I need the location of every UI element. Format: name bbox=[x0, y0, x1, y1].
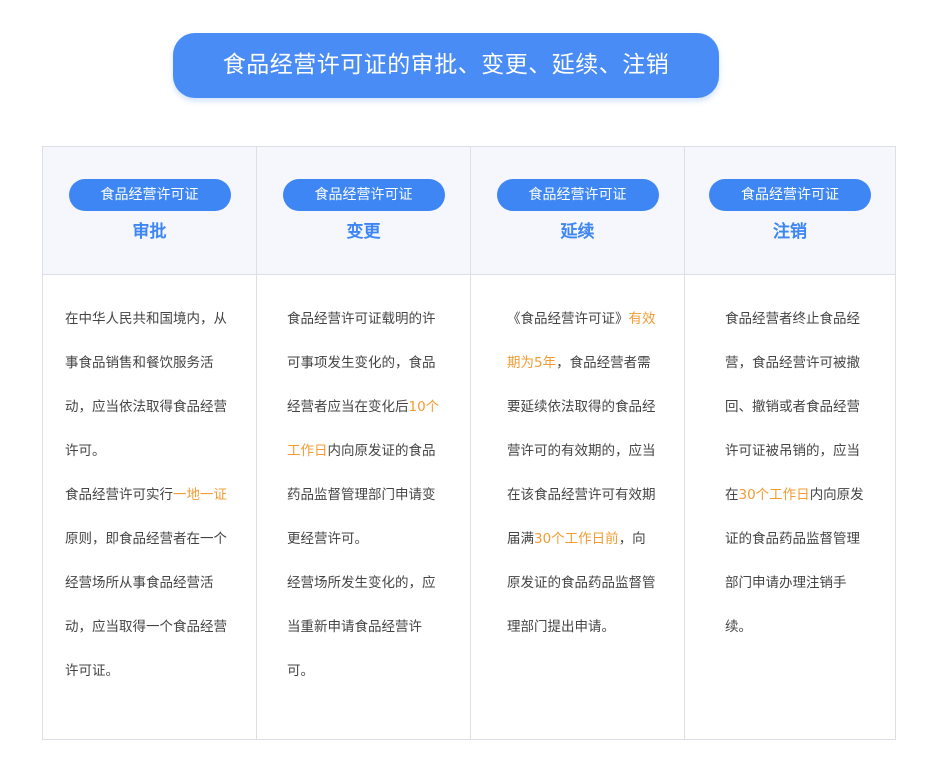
paragraph: 食品经营许可实行一地一证原则，即食品经营者在一个经营场所从事食品经营活动，应当取… bbox=[65, 473, 234, 693]
column-body: 《食品经营许可证》有效期为5年，食品经营者需要延续依法取得的食品经营许可的有效期… bbox=[471, 297, 684, 649]
paragraph: 在中华人民共和国境内，从事食品销售和餐饮服务活动，应当依法取得食品经营许可。 bbox=[65, 311, 227, 459]
column-change: 食品经营许可证 变更 食品经营许可证载明的许可事项发生变化的，食品经营者应当在变… bbox=[257, 147, 471, 739]
column-title: 变更 bbox=[346, 222, 381, 242]
paragraph: 经营场所发生变化的，应当重新申请食品经营许可。 bbox=[287, 575, 436, 679]
text: 原则，即食品经营者在一个经营场所从事食品经营活动，应当取得一个食品经营许可证。 bbox=[65, 531, 227, 679]
license-badge: 食品经营许可证 bbox=[496, 179, 659, 211]
text: 食品经营者终止食品经营，食品经营许可被撤回、撤销或者食品经营许可证被吊销的，应当… bbox=[725, 311, 860, 503]
column-body: 食品经营许可证载明的许可事项发生变化的，食品经营者应当在变化后10个工作日内向原… bbox=[257, 297, 470, 693]
column-header: 食品经营许可证 注销 bbox=[685, 147, 895, 275]
column-title: 延续 bbox=[560, 222, 595, 242]
column-renewal: 食品经营许可证 延续 《食品经营许可证》有效期为5年，食品经营者需要延续依法取得… bbox=[471, 147, 685, 739]
license-badge: 食品经营许可证 bbox=[709, 179, 871, 211]
column-body: 在中华人民共和国境内，从事食品销售和餐饮服务活动，应当依法取得食品经营许可。 食… bbox=[43, 297, 256, 693]
column-header: 食品经营许可证 变更 bbox=[257, 147, 470, 275]
paragraph: 食品经营者终止食品经营，食品经营许可被撤回、撤销或者食品经营许可证被吊销的，应当… bbox=[725, 297, 873, 649]
text: 《食品经营许可证》 bbox=[507, 311, 629, 327]
page-title: 食品经营许可证的审批、变更、延续、注销 bbox=[173, 33, 719, 98]
text: 内向原发证的食品药品监督管理部门申请办理注销手续。 bbox=[725, 487, 864, 635]
paragraph: 食品经营许可证载明的许可事项发生变化的，食品经营者应当在变化后10个工作日内向原… bbox=[287, 297, 444, 561]
column-header: 食品经营许可证 审批 bbox=[43, 147, 256, 275]
column-cancellation: 食品经营许可证 注销 食品经营者终止食品经营，食品经营许可被撤回、撤销或者食品经… bbox=[685, 147, 895, 739]
highlight-text: 30个工作日前 bbox=[534, 531, 619, 547]
text: ，食品经营者需要延续依法取得的食品经营许可的有效期的，应当在该食品经营许可有效期… bbox=[507, 355, 656, 547]
paragraph: 《食品经营许可证》有效期为5年，食品经营者需要延续依法取得的食品经营许可的有效期… bbox=[507, 297, 658, 649]
highlight-text: 30个工作日 bbox=[738, 487, 810, 503]
highlight-text: 一地一证 bbox=[173, 487, 227, 503]
column-body: 食品经营者终止食品经营，食品经营许可被撤回、撤销或者食品经营许可证被吊销的，应当… bbox=[685, 297, 895, 649]
column-title: 注销 bbox=[773, 222, 807, 242]
license-badge: 食品经营许可证 bbox=[68, 179, 231, 211]
procedure-table: 食品经营许可证 审批 在中华人民共和国境内，从事食品销售和餐饮服务活动，应当依法… bbox=[42, 146, 896, 740]
license-badge: 食品经营许可证 bbox=[282, 179, 445, 211]
column-title: 审批 bbox=[132, 222, 167, 242]
text: 食品经营许可实行 bbox=[65, 487, 173, 503]
column-header: 食品经营许可证 延续 bbox=[471, 147, 684, 275]
column-approval: 食品经营许可证 审批 在中华人民共和国境内，从事食品销售和餐饮服务活动，应当依法… bbox=[43, 147, 257, 739]
